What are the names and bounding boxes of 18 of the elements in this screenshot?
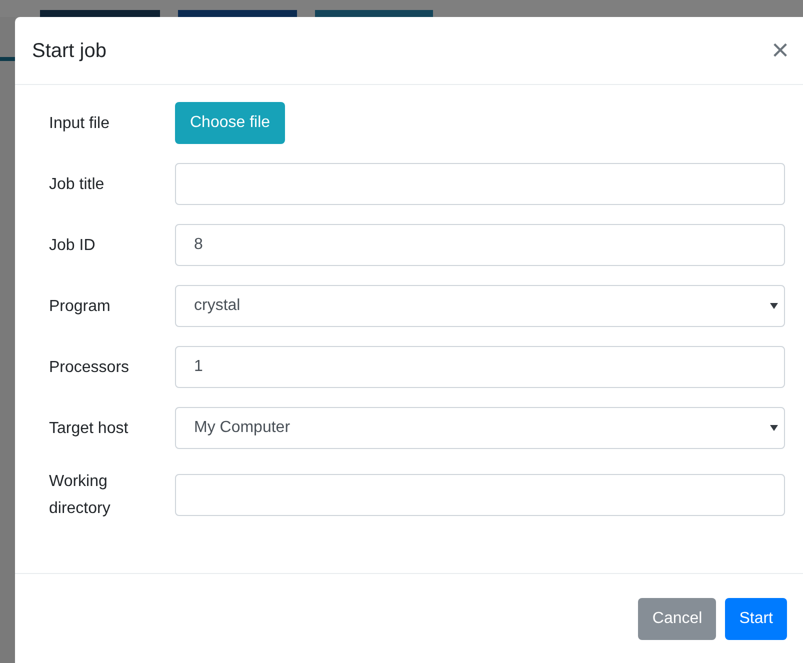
field-label: Processors	[49, 358, 130, 378]
dropdown-caret-icon	[770, 303, 778, 309]
field-label: Target host	[49, 418, 130, 438]
field-label: Input file	[49, 114, 110, 134]
input-field[interactable]	[175, 163, 785, 205]
dialog-title: Start job	[32, 38, 106, 64]
input-field[interactable]: 8	[175, 224, 785, 266]
input-field[interactable]: 1	[175, 346, 785, 388]
select-field[interactable]: My Computer	[175, 407, 785, 449]
field-label: Job title	[49, 174, 106, 194]
field-label: Working directory	[49, 472, 112, 519]
field-label: Job ID	[49, 236, 96, 256]
start-button[interactable]: Start	[725, 598, 787, 640]
input-field[interactable]	[175, 474, 785, 516]
field-label: Program	[49, 296, 112, 316]
close-button[interactable]: ×	[771, 36, 789, 66]
select-field[interactable]: crystal	[175, 285, 785, 327]
dropdown-caret-icon	[770, 425, 778, 431]
